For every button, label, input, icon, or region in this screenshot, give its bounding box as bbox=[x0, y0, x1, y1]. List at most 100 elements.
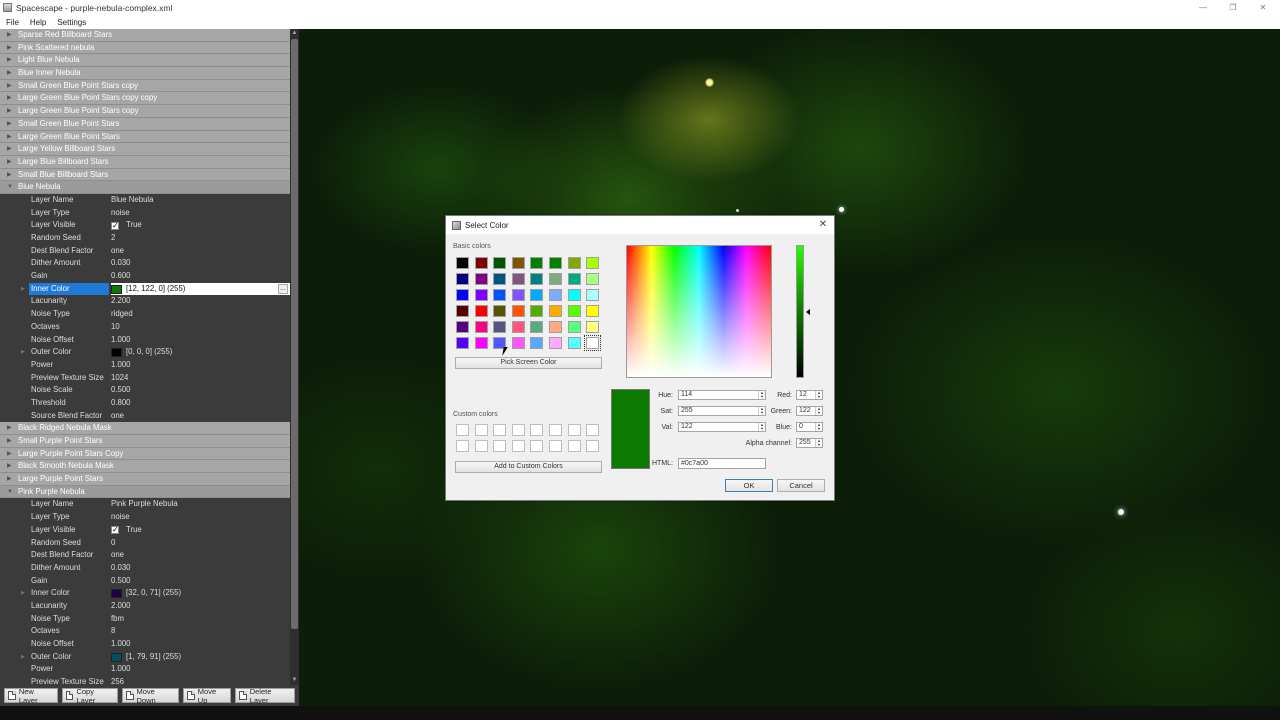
basic-color-swatch[interactable] bbox=[548, 337, 562, 349]
basic-color-swatch[interactable] bbox=[456, 289, 469, 301]
custom-color-swatch[interactable] bbox=[474, 440, 488, 452]
expand-arrow-icon[interactable]: ▶ bbox=[7, 42, 12, 54]
layer-item[interactable]: ▼ Pink Purple Nebula bbox=[0, 485, 290, 499]
copy-layer-button[interactable]: Copy Layer bbox=[61, 687, 118, 705]
spin-arrows-icon[interactable]: ▲ ▼ bbox=[815, 439, 822, 447]
property-row[interactable]: Noise Scale 0.500 bbox=[0, 384, 290, 397]
basic-color-swatch[interactable] bbox=[567, 305, 581, 317]
property-value[interactable]: 0.030 bbox=[111, 257, 290, 270]
property-value[interactable]: ridged bbox=[111, 308, 290, 321]
custom-color-swatch[interactable] bbox=[511, 424, 525, 436]
expand-arrow-icon[interactable]: ▶ bbox=[7, 473, 12, 485]
new-layer-button[interactable]: New Layer bbox=[4, 687, 58, 705]
visible-checkbox[interactable] bbox=[111, 220, 119, 232]
property-value[interactable]: 0.030 bbox=[111, 562, 290, 575]
property-value[interactable]: noise bbox=[111, 207, 290, 220]
property-row[interactable]: ▶ Inner Color [12, 122, 0] (255)... bbox=[0, 282, 290, 296]
property-value[interactable]: Pink Purple Nebula bbox=[111, 498, 290, 511]
basic-color-swatch[interactable] bbox=[584, 335, 602, 351]
close-icon[interactable]: ✕ bbox=[816, 218, 830, 232]
blue-spinbox[interactable]: 0 ▲ ▼ bbox=[796, 422, 823, 432]
layer-item[interactable]: ▶ Large Purple Point Stars Copy bbox=[0, 447, 290, 461]
property-value[interactable]: 256 bbox=[111, 676, 290, 685]
basic-color-swatch[interactable] bbox=[493, 273, 507, 285]
layer-item[interactable]: ▼ Blue Nebula bbox=[0, 181, 290, 194]
custom-color-swatch[interactable] bbox=[567, 424, 581, 436]
property-row[interactable]: Layer Type noise bbox=[0, 511, 290, 524]
basic-color-swatch[interactable] bbox=[567, 257, 581, 269]
expand-arrow-icon[interactable]: ▶ bbox=[7, 169, 12, 181]
collapse-arrow-icon[interactable]: ▼ bbox=[7, 181, 13, 193]
property-value[interactable]: True bbox=[111, 524, 290, 537]
property-row[interactable]: Dither Amount 0.030 bbox=[0, 257, 290, 271]
menu-help[interactable]: Help bbox=[30, 18, 46, 27]
basic-color-swatch[interactable] bbox=[586, 257, 600, 269]
property-row[interactable]: Noise Type ridged bbox=[0, 308, 290, 321]
property-value[interactable]: [32, 0, 71] (255) bbox=[111, 587, 290, 600]
basic-color-swatch[interactable] bbox=[474, 289, 488, 301]
property-row[interactable]: Noise Offset 1.000 bbox=[0, 333, 290, 347]
property-value[interactable]: 2 bbox=[111, 232, 290, 245]
basic-color-swatch[interactable] bbox=[511, 321, 525, 333]
basic-color-swatch[interactable] bbox=[511, 337, 525, 349]
custom-color-swatch[interactable] bbox=[474, 424, 488, 436]
layer-item[interactable]: ▶ Large Green Blue Point Stars copy copy bbox=[0, 92, 290, 106]
layer-item[interactable]: ▶ Pink Scattered nebula bbox=[0, 41, 290, 55]
basic-color-swatch[interactable] bbox=[511, 257, 525, 269]
layer-item[interactable]: ▶ Large Yellow Billboard Stars bbox=[0, 143, 290, 156]
restore-icon[interactable]: ❐ bbox=[1222, 0, 1244, 15]
spin-arrows-icon[interactable]: ▲ ▼ bbox=[815, 407, 822, 415]
close-icon[interactable]: ✕ bbox=[1252, 0, 1274, 15]
property-value[interactable]: [12, 122, 0] (255)... bbox=[111, 282, 290, 296]
basic-color-swatch[interactable] bbox=[493, 305, 507, 317]
menu-settings[interactable]: Settings bbox=[57, 18, 86, 27]
property-row[interactable]: Gain 0.500 bbox=[0, 574, 290, 588]
basic-color-swatch[interactable] bbox=[530, 289, 544, 301]
alpha-spinbox[interactable]: 255 ▲ ▼ bbox=[796, 438, 823, 448]
expand-arrow-icon[interactable]: ▶ bbox=[7, 156, 12, 168]
property-value[interactable]: [1, 79, 91] (255) bbox=[111, 651, 290, 664]
spin-arrows-icon[interactable]: ▲ ▼ bbox=[815, 391, 822, 399]
basic-color-swatch[interactable] bbox=[548, 289, 562, 301]
property-row[interactable]: Random Seed 2 bbox=[0, 232, 290, 245]
basic-color-swatch[interactable] bbox=[511, 289, 525, 301]
property-value[interactable]: 2.000 bbox=[111, 600, 290, 613]
property-row[interactable]: Threshold 0.800 bbox=[0, 396, 290, 410]
basic-color-swatch[interactable] bbox=[586, 305, 600, 317]
layer-item[interactable]: ▶ Large Green Blue Point Stars bbox=[0, 130, 290, 144]
basic-color-swatch[interactable] bbox=[511, 273, 525, 285]
property-row[interactable]: Random Seed 0 bbox=[0, 536, 290, 550]
basic-color-swatch[interactable] bbox=[548, 257, 562, 269]
basic-color-swatch[interactable] bbox=[493, 257, 507, 269]
custom-color-swatch[interactable] bbox=[548, 440, 562, 452]
basic-color-swatch[interactable] bbox=[530, 337, 544, 349]
basic-color-swatch[interactable] bbox=[567, 337, 581, 349]
expand-arrow-icon[interactable]: ▶ bbox=[7, 54, 12, 66]
custom-color-swatch[interactable] bbox=[586, 424, 600, 436]
expand-arrow-icon[interactable]: ▶ bbox=[7, 435, 12, 447]
expand-arrow-icon[interactable]: ▶ bbox=[7, 448, 12, 460]
property-row[interactable]: Dest Blend Factor one bbox=[0, 244, 290, 258]
custom-color-swatch[interactable] bbox=[530, 440, 544, 452]
menu-file[interactable]: File bbox=[6, 18, 19, 27]
property-row[interactable]: Dither Amount 0.030 bbox=[0, 561, 290, 575]
basic-color-swatch[interactable] bbox=[586, 321, 600, 333]
basic-color-swatch[interactable] bbox=[530, 321, 544, 333]
sat-spinbox[interactable]: 255 ▲ ▼ bbox=[678, 406, 766, 416]
property-row[interactable]: Gain 0.600 bbox=[0, 270, 290, 283]
expand-arrow-icon[interactable]: ▶ bbox=[7, 422, 12, 434]
property-row[interactable]: Power 1.000 bbox=[0, 663, 290, 677]
property-value[interactable]: 1.000 bbox=[111, 638, 290, 651]
layer-item[interactable]: ▶ Large Blue Billboard Stars bbox=[0, 155, 290, 169]
basic-color-swatch[interactable] bbox=[456, 337, 469, 349]
layer-item[interactable]: ▶ Light Blue Nebula bbox=[0, 54, 290, 68]
scroll-up-icon[interactable]: ▲ bbox=[291, 30, 298, 37]
layer-item[interactable]: ▶ Blue Inner Nebula bbox=[0, 67, 290, 80]
property-row[interactable]: ▶ Outer Color [1, 79, 91] (255) bbox=[0, 650, 290, 664]
expand-arrow-icon[interactable]: ▶ bbox=[21, 283, 25, 296]
expand-arrow-icon[interactable]: ▶ bbox=[21, 587, 25, 600]
layer-item[interactable]: ▶ Small Blue Billboard Stars bbox=[0, 168, 290, 182]
property-value[interactable]: noise bbox=[111, 511, 290, 524]
property-row[interactable]: Octaves 10 bbox=[0, 320, 290, 334]
property-row[interactable]: Noise Offset 1.000 bbox=[0, 638, 290, 651]
